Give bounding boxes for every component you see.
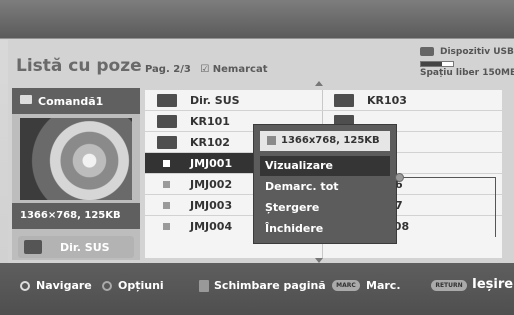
preview-heading: Comandă1 bbox=[12, 88, 140, 114]
list-item-label: JMJ001 bbox=[190, 157, 233, 170]
folder-icon bbox=[157, 136, 177, 149]
usb-usage-bar bbox=[420, 61, 454, 67]
page-change-icon bbox=[199, 280, 209, 292]
file-icon bbox=[163, 223, 170, 230]
list-item-label: KR101 bbox=[190, 115, 230, 128]
filter-checkbox-icon[interactable]: ☑ bbox=[200, 64, 209, 75]
options-icon bbox=[102, 281, 112, 291]
info-icon bbox=[267, 136, 276, 145]
folder-up-icon bbox=[24, 240, 42, 254]
usb-usage-fill bbox=[421, 62, 442, 66]
list-item-label: JMJ002 bbox=[190, 178, 233, 191]
folder-icon bbox=[157, 115, 177, 128]
folder-up-icon bbox=[157, 94, 177, 107]
list-item[interactable]: KR103 bbox=[322, 90, 502, 111]
list-item-label: KR102 bbox=[190, 136, 230, 149]
page-indicator: Pag. 2/3 ☑ Nemarcat bbox=[145, 64, 267, 75]
menu-item-label: Vizualizare bbox=[265, 159, 333, 172]
navigate-icon bbox=[20, 281, 30, 291]
folder-icon bbox=[334, 94, 354, 107]
list-item[interactable]: Dir. SUS bbox=[145, 90, 322, 111]
file-icon bbox=[163, 181, 170, 188]
usb-free-space: Spațiu liber 150MB bbox=[420, 68, 514, 78]
dir-up-label: Dir. SUS bbox=[60, 241, 110, 254]
list-item-label: Dir. SUS bbox=[190, 94, 240, 107]
preview-heading-label: Comandă1 bbox=[38, 95, 104, 108]
usb-device-name: Dispozitiv USB bbox=[440, 47, 514, 57]
menu-item-unmark-all[interactable]: Demarc. tot bbox=[260, 177, 390, 197]
list-item-label: JMJ004 bbox=[190, 220, 233, 233]
mark-key-icon: MARC bbox=[332, 280, 360, 291]
list-item-label: JMJ003 bbox=[190, 199, 233, 212]
scroll-up-icon[interactable] bbox=[315, 81, 323, 86]
page-title: Listă cu poze bbox=[16, 56, 142, 76]
return-key-icon: RETURN bbox=[431, 280, 467, 291]
callout-line-vertical bbox=[495, 177, 496, 237]
footer-navigate[interactable]: Navigare bbox=[36, 279, 92, 292]
footer-options[interactable]: Opțiuni bbox=[118, 279, 164, 292]
menu-item-label: Ștergere bbox=[265, 201, 320, 214]
footer-exit[interactable]: Ieșire bbox=[472, 277, 513, 292]
usb-icon bbox=[420, 47, 434, 56]
file-icon bbox=[163, 202, 170, 209]
list-item-label: KR103 bbox=[367, 94, 407, 107]
top-band bbox=[0, 0, 514, 38]
menu-item-label: Închidere bbox=[265, 222, 324, 235]
popup-info: 1366x768, 125KB bbox=[260, 131, 390, 151]
footer-page-change[interactable]: Schimbare pagină bbox=[214, 279, 326, 292]
dir-up-button[interactable]: Dir. SUS bbox=[18, 236, 134, 258]
file-icon bbox=[163, 160, 170, 167]
footer-mark[interactable]: Marc. bbox=[366, 279, 401, 292]
preview-resolution: 1366×768, 125KB bbox=[12, 203, 140, 229]
popup-info-label: 1366x768, 125KB bbox=[281, 135, 380, 146]
menu-item-label: Demarc. tot bbox=[265, 180, 339, 193]
preview-thumbnail bbox=[20, 118, 132, 200]
menu-item-delete[interactable]: Ștergere bbox=[260, 198, 390, 218]
menu-item-close[interactable]: Închidere bbox=[260, 219, 390, 239]
callout-dot bbox=[395, 173, 404, 182]
preview-resolution-label: 1366×768, 125KB bbox=[20, 210, 121, 221]
photo-icon bbox=[20, 95, 32, 104]
menu-item-view[interactable]: Vizualizare bbox=[260, 156, 390, 176]
page-number: Pag. 2/3 bbox=[145, 64, 191, 75]
callout-line bbox=[398, 177, 496, 178]
list-item-label: 7 bbox=[395, 199, 403, 212]
filter-label: Nemarcat bbox=[212, 64, 268, 75]
screen: Listă cu poze Pag. 2/3 ☑ Nemarcat Dispoz… bbox=[0, 0, 514, 315]
